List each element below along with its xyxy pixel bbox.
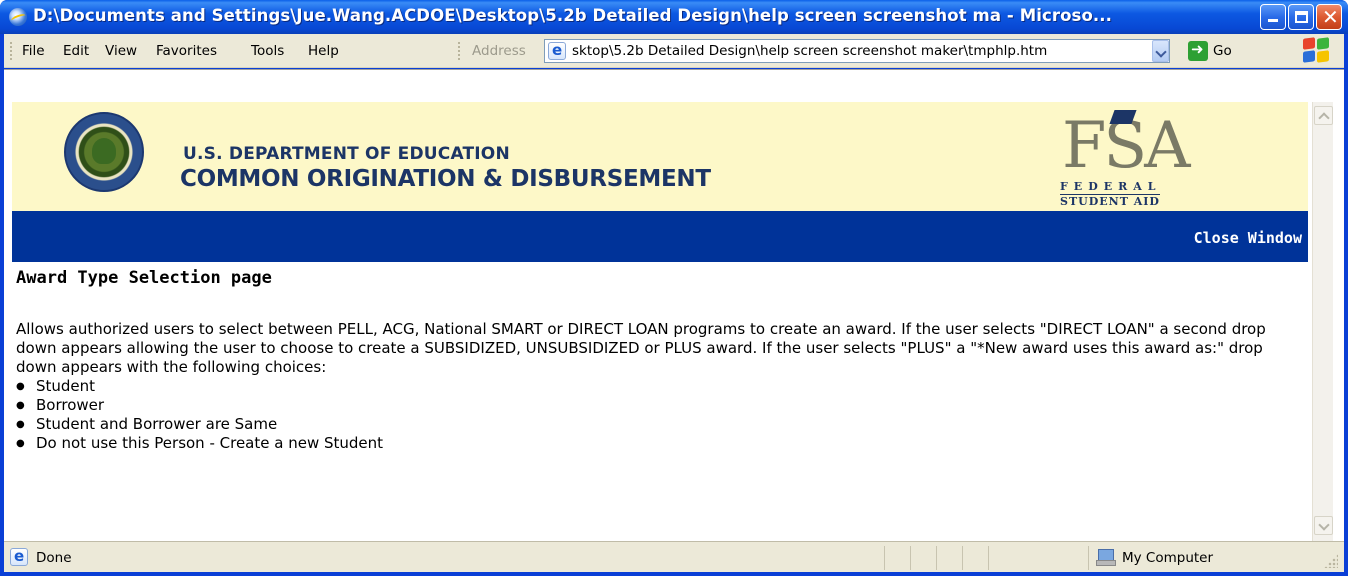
address-label: Address <box>472 43 526 59</box>
choices-list: Student Borrower Student and Borrower ar… <box>16 377 1306 453</box>
status-divider <box>962 546 963 570</box>
ie-icon <box>9 8 27 26</box>
go-arrow-icon <box>1188 40 1208 61</box>
maximize-icon <box>1295 11 1308 23</box>
status-divider <box>1088 546 1089 570</box>
status-divider <box>936 546 937 570</box>
title-bar[interactable]: D:\Documents and Settings\Jue.Wang.ACDOE… <box>0 0 1348 34</box>
list-item: Do not use this Person - Create a new St… <box>16 434 1306 453</box>
zone-label: My Computer <box>1122 550 1214 566</box>
address-field[interactable]: sktop\5.2b Detailed Design\help screen s… <box>544 39 1170 63</box>
fsa-student-aid: STUDENT AID <box>1060 194 1160 208</box>
computer-icon <box>1096 548 1116 566</box>
status-divider <box>884 546 885 570</box>
help-paragraph: Allows authorized users to select betwee… <box>16 320 1266 376</box>
resize-grip-icon[interactable] <box>1324 554 1338 568</box>
menu-bar: File Edit View Favorites Tools Help Addr… <box>4 34 1344 68</box>
fsa-federal: FEDERAL <box>1060 180 1162 193</box>
go-button[interactable]: Go <box>1186 40 1254 62</box>
help-body: Allows authorized users to select betwee… <box>16 320 1306 453</box>
windows-logo-icon <box>1300 37 1334 64</box>
status-divider <box>910 546 911 570</box>
close-button[interactable]: ✕ <box>1316 4 1342 30</box>
browser-window: D:\Documents and Settings\Jue.Wang.ACDOE… <box>0 0 1348 576</box>
maximize-button[interactable] <box>1288 4 1314 30</box>
scroll-up-button[interactable] <box>1314 106 1333 125</box>
status-text: Done <box>36 550 72 566</box>
menu-file[interactable]: File <box>22 43 45 59</box>
menu-favorites[interactable]: Favorites <box>156 43 217 59</box>
minimize-icon <box>1268 19 1278 22</box>
address-dropdown-button[interactable] <box>1152 40 1169 62</box>
page-content: U.S. DEPARTMENT OF EDUCATION COMMON ORIG… <box>4 69 1344 542</box>
menu-tools[interactable]: Tools <box>251 43 284 59</box>
close-window-link[interactable]: Close Window <box>1194 229 1302 247</box>
list-item: Borrower <box>16 396 1306 415</box>
menu-help[interactable]: Help <box>308 43 339 59</box>
system-name: COMMON ORIGINATION & DISBURSEMENT <box>180 166 711 192</box>
seal-logo <box>64 112 144 192</box>
vertical-scrollbar[interactable] <box>1312 102 1333 542</box>
nav-bar: Close Window <box>12 211 1308 262</box>
ie-page-icon <box>10 547 28 566</box>
list-item: Student and Borrower are Same <box>16 415 1306 434</box>
close-icon: ✕ <box>1322 5 1339 29</box>
toolbar-separator <box>458 42 461 60</box>
list-item: Student <box>16 377 1306 396</box>
status-divider <box>988 546 989 570</box>
go-label: Go <box>1213 43 1232 59</box>
toolbar-grip[interactable] <box>10 42 13 60</box>
fsa-logo: FSA FEDERAL STUDENT AID <box>1054 110 1190 210</box>
scroll-down-button[interactable] <box>1314 516 1333 535</box>
page-title: Award Type Selection page <box>16 268 272 288</box>
window-title: D:\Documents and Settings\Jue.Wang.ACDOE… <box>33 6 1112 25</box>
status-bar: Done My Computer <box>4 541 1344 572</box>
minimize-button[interactable] <box>1260 4 1286 30</box>
ie-page-icon <box>548 41 566 60</box>
menu-view[interactable]: View <box>105 43 137 59</box>
menu-edit[interactable]: Edit <box>63 43 89 59</box>
address-value[interactable]: sktop\5.2b Detailed Design\help screen s… <box>572 43 1047 59</box>
department-name: U.S. DEPARTMENT OF EDUCATION <box>183 144 510 164</box>
